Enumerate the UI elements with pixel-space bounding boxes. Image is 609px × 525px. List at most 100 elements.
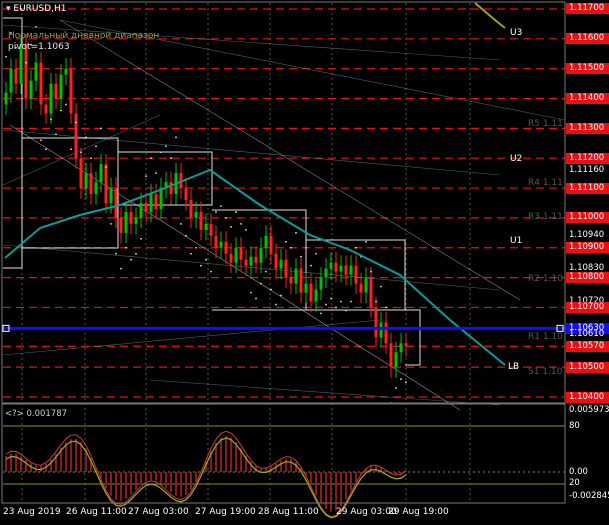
- sar-dot-4: [25, 61, 27, 64]
- candle-body-64: [324, 268, 328, 278]
- price-label-7: 1.11100: [566, 182, 609, 194]
- sar-dot-63: [320, 312, 322, 315]
- time-label-6: 29 Aug 19:00: [388, 507, 449, 517]
- moving-average-line: [4, 168, 506, 366]
- sar-dot-0: [5, 55, 7, 58]
- price-label-10: 1.10900: [566, 242, 609, 254]
- pivot-line[interactable]: [2, 324, 565, 332]
- candle-body-63: [319, 277, 323, 290]
- candle-body-78: [394, 352, 398, 368]
- sar-dot-11: [60, 109, 62, 112]
- candle-body-61: [309, 283, 313, 302]
- candle-body-80: [404, 343, 408, 347]
- resistance-lines: [3, 8, 565, 398]
- sar-dot-9: [50, 118, 52, 121]
- candle-body-5: [29, 80, 33, 99]
- candle-body-46: [234, 247, 238, 263]
- sar-dot-69: [350, 300, 352, 303]
- candle-body-37: [189, 200, 193, 218]
- price-label-12: 1.10800: [566, 272, 609, 284]
- indicator-name: Нормальный дневной диапазон: [8, 31, 160, 41]
- parabolic-sar-dots: [5, 8, 407, 404]
- price-label-8: 1.11000: [566, 212, 609, 224]
- sar-dot-73: [370, 270, 372, 273]
- sar-dot-40: [205, 258, 207, 261]
- sar-dot-62: [315, 252, 317, 255]
- sar-dot-38: [195, 246, 197, 249]
- sar-dot-16: [85, 136, 87, 139]
- price-chart[interactable]: [0, 0, 609, 525]
- candle-body-54: [274, 253, 278, 269]
- sar-dot-49: [250, 291, 252, 294]
- sar-dot-55: [280, 294, 282, 297]
- sar-dot-67: [340, 300, 342, 303]
- osc-label-4: -0.002845: [569, 491, 609, 501]
- sar-dot-17: [90, 157, 92, 160]
- candle-body-45: [229, 253, 233, 263]
- sar-dot-46: [235, 211, 237, 213]
- main-pane-border: [1, 1, 566, 404]
- sar-dot-32: [165, 145, 167, 148]
- candle-body-0: [4, 92, 8, 105]
- price-label-4: 1.11300: [566, 122, 609, 134]
- ma-polyline: [4, 168, 506, 366]
- sar-dot-61: [310, 264, 312, 267]
- sar-dot-66: [335, 306, 337, 309]
- level-r3: R3 1.11: [528, 212, 563, 222]
- symbol-label: ▾ EURUSD,H1: [6, 4, 67, 15]
- level-r1: R1 1.10: [528, 332, 563, 342]
- sar-dot-50: [255, 297, 257, 300]
- candle-body-17: [89, 173, 93, 195]
- sar-dot-19: [100, 127, 102, 130]
- sar-dot-70: [355, 246, 357, 249]
- sar-dot-59: [300, 255, 302, 258]
- candle-body-43: [219, 241, 223, 248]
- sar-dot-58: [295, 231, 297, 234]
- candle-body-9: [49, 83, 53, 114]
- candle-body-22: [114, 188, 118, 218]
- price-label-2: 1.11500: [566, 63, 609, 75]
- sar-dot-6: [35, 25, 37, 28]
- candle-body-74: [374, 307, 378, 338]
- candle-body-71: [359, 283, 363, 293]
- time-label-0: 23 Aug 2019: [3, 507, 61, 517]
- candle-body-65: [329, 262, 333, 269]
- candle-body-11: [59, 74, 63, 99]
- chevron-down-icon[interactable]: ▾: [6, 4, 11, 14]
- level-u3: U3: [510, 28, 523, 38]
- candle-body-6: [34, 62, 38, 81]
- candle-body-44: [224, 241, 228, 254]
- price-label-3: 1.11400: [566, 93, 609, 104]
- level-s1: S1 1.10: [528, 367, 563, 377]
- candle-body-21: [109, 188, 113, 203]
- candle-body-2: [14, 68, 18, 84]
- candle-body-23: [119, 217, 123, 233]
- price-label-6: 1.11160: [569, 164, 605, 175]
- sar-dot-27: [140, 237, 142, 240]
- candle-body-33: [169, 182, 173, 195]
- sar-dot-57: [290, 246, 292, 249]
- candle-body-53: [269, 235, 273, 254]
- osc-label-3: 20: [569, 478, 580, 488]
- candle-body-79: [399, 343, 403, 353]
- candle-body-48: [244, 259, 248, 266]
- level-u2: U2: [510, 154, 523, 164]
- price-label-19: 1.10400: [566, 391, 609, 403]
- grid-lines: [3, 3, 565, 503]
- sar-dot-52: [265, 270, 267, 273]
- sar-dot-21: [110, 222, 112, 225]
- candle-body-42: [214, 235, 218, 248]
- sar-dot-33: [170, 157, 172, 160]
- level-r5: R5 1.11: [528, 119, 563, 129]
- sar-dot-64: [325, 303, 327, 306]
- sar-dot-65: [330, 297, 332, 300]
- sar-dot-60: [305, 246, 307, 249]
- candle-body-49: [249, 256, 253, 266]
- upper-trend-segment: [474, 2, 506, 29]
- candle-body-58: [294, 268, 298, 284]
- sar-dot-36: [185, 234, 187, 237]
- candle-body-67: [339, 265, 343, 272]
- range-box-2: [118, 151, 213, 206]
- price-channel: [2, 2, 566, 411]
- sar-dot-53: [270, 288, 272, 291]
